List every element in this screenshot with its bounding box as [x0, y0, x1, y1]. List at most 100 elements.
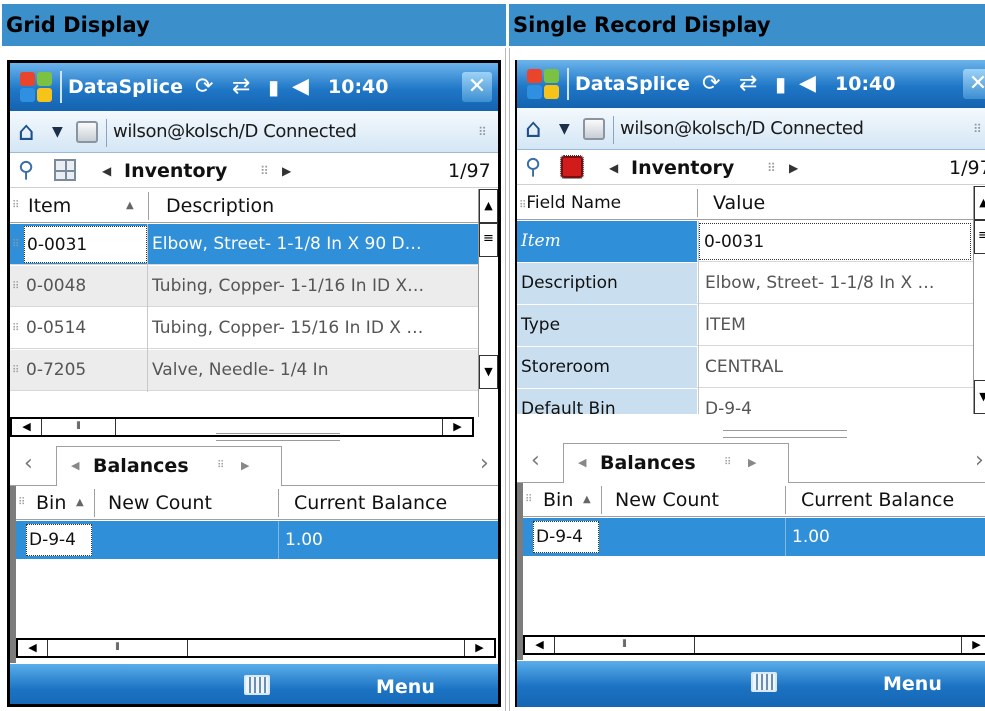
windows-start-icon[interactable] [18, 70, 54, 104]
table-row[interactable]: Storeroom CENTRAL [517, 347, 973, 388]
vertical-scrollbar[interactable]: ▲ ≡ ▼ [973, 186, 985, 414]
table-row[interactable]: Description Elbow, Street- 1-1/8 In X … [517, 263, 973, 304]
table-row[interactable]: D-9-4 1.00 [16, 521, 498, 559]
vertical-scrollbar[interactable]: ▲ ≡ ▼ [478, 189, 498, 417]
windows-start-icon[interactable] [525, 67, 561, 101]
previous-view-arrow[interactable]: ◀ [609, 151, 618, 185]
save-icon[interactable] [583, 118, 605, 140]
signal-icon[interactable]: ▮ [775, 70, 786, 98]
record-view-icon[interactable] [560, 155, 584, 179]
save-icon[interactable] [76, 121, 98, 143]
scrollbar-thumb[interactable]: ⦀ [42, 419, 116, 435]
volume-icon[interactable]: ◀ [292, 73, 309, 101]
column-header-current-balance[interactable]: Current Balance [801, 483, 954, 517]
cell-current-balance[interactable]: 1.00 [785, 518, 830, 556]
scroll-left-button[interactable]: ◀ [18, 640, 48, 656]
scrollbar-thumb[interactable]: ≡ [479, 223, 498, 257]
column-header-bin[interactable]: Bin [36, 486, 66, 520]
cell-item[interactable]: 0-0031 [24, 226, 147, 263]
connectivity-icon[interactable]: ⇄ [232, 73, 250, 101]
column-header-item[interactable]: Item [28, 189, 71, 223]
menu-button[interactable]: Menu [376, 664, 435, 704]
column-header-current-balance[interactable]: Current Balance [294, 486, 447, 520]
scroll-left-button[interactable]: ◀ [525, 637, 555, 653]
scroll-down-button[interactable]: ▼ [479, 355, 498, 389]
scroll-up-button[interactable]: ▲ [479, 189, 498, 223]
cell-bin[interactable]: D-9-4 [26, 524, 92, 556]
tab-scroll-left-icon[interactable]: ‹ [531, 441, 540, 481]
column-header-new-count[interactable]: New Count [108, 486, 212, 520]
sync-icon[interactable]: ⟳ [702, 70, 720, 98]
table-row[interactable]: Default Bin D-9-4 [517, 389, 973, 414]
tab-scroll-right-icon[interactable]: › [975, 441, 984, 481]
field-value-cell[interactable]: CENTRAL [701, 347, 971, 388]
scrollbar-thumb[interactable]: ⦀ [555, 637, 695, 653]
table-row[interactable]: ⠿ 0-0031 Elbow, Street- 1-1/8 In X 90 D… [10, 224, 478, 265]
close-button[interactable]: ✕ [462, 72, 492, 102]
table-row[interactable]: ⠿ 0-7205 Valve, Needle- 1/4 In [10, 350, 478, 391]
scroll-down-button[interactable]: ▼ [974, 380, 985, 414]
keyboard-icon[interactable] [751, 672, 777, 692]
cell-description[interactable]: Tubing, Copper- 15/16 In ID X … [152, 308, 474, 349]
chevron-down-icon[interactable]: ▼ [559, 118, 570, 140]
connectivity-icon[interactable]: ⇄ [739, 70, 757, 98]
search-icon[interactable]: ⚲ [525, 154, 541, 182]
scroll-right-button[interactable]: ▶ [442, 419, 472, 435]
scroll-right-button[interactable]: ▶ [961, 637, 985, 653]
column-header-bin[interactable]: Bin [543, 483, 573, 517]
previous-view-arrow[interactable]: ◀ [102, 154, 111, 188]
grid-view-icon[interactable] [54, 159, 76, 181]
close-button[interactable]: ✕ [963, 69, 985, 99]
field-value-cell[interactable]: ITEM [701, 305, 971, 346]
cell-bin[interactable]: D-9-4 [533, 521, 599, 553]
scroll-right-button[interactable]: ▶ [464, 640, 494, 656]
cell-description[interactable]: Valve, Needle- 1/4 In [152, 350, 474, 391]
home-icon[interactable]: ⌂ [18, 118, 35, 146]
scroll-up-button[interactable]: ▲ [974, 186, 985, 220]
sync-icon[interactable]: ⟳ [195, 73, 213, 101]
next-view-arrow[interactable]: ▶ [789, 151, 798, 185]
cell-description[interactable]: Elbow, Street- 1-1/8 In X 90 D… [152, 224, 474, 265]
tab-scroll-right-icon[interactable]: › [480, 444, 489, 484]
next-view-arrow[interactable]: ▶ [282, 154, 291, 188]
table-row[interactable]: ⠿ 0-0048 Tubing, Copper- 1-1/16 In ID X… [10, 266, 478, 307]
chevron-down-icon[interactable]: ▼ [52, 121, 63, 143]
cell-item[interactable]: 0-0514 [26, 308, 146, 349]
table-row[interactable]: ⠿ 0-0514 Tubing, Copper- 15/16 In ID X … [10, 308, 478, 349]
clock[interactable]: 10:40 [328, 63, 388, 111]
home-icon[interactable]: ⌂ [525, 115, 542, 143]
tab-previous-arrow[interactable]: ◀ [71, 447, 79, 485]
cell-item[interactable]: 0-7205 [26, 350, 146, 391]
tab-scroll-left-icon[interactable]: ‹ [24, 444, 33, 484]
table-row[interactable]: D-9-4 1.00 [523, 518, 985, 556]
menu-button[interactable]: Menu [883, 661, 942, 707]
horizontal-scrollbar[interactable]: ◀ ⦀ ▶ [523, 635, 985, 655]
tab-balances[interactable]: ◀ Balances ⠿ ▶ [563, 443, 789, 483]
cell-current-balance[interactable]: 1.00 [278, 521, 323, 559]
field-value-cell[interactable]: Elbow, Street- 1-1/8 In X … [701, 263, 971, 304]
tab-next-arrow[interactable]: ▶ [748, 444, 756, 482]
pane-splitter[interactable] [216, 433, 340, 441]
field-value-cell[interactable]: 0-0031 [699, 223, 971, 260]
pane-splitter[interactable] [723, 430, 847, 438]
volume-icon[interactable]: ◀ [799, 70, 816, 98]
tab-balances[interactable]: ◀ Balances ⠿ ▶ [56, 446, 282, 486]
column-header-new-count[interactable]: New Count [615, 483, 719, 517]
signal-icon[interactable]: ▮ [268, 73, 279, 101]
scroll-left-button[interactable]: ◀ [12, 419, 42, 435]
horizontal-scrollbar[interactable]: ◀ ⦀ ▶ [16, 638, 496, 658]
scrollbar-thumb[interactable]: ≡ [974, 220, 985, 254]
column-header-field-name[interactable]: ⠿Field Name [519, 186, 621, 223]
column-header-description[interactable]: Description [166, 189, 274, 223]
cell-item[interactable]: 0-0048 [26, 266, 146, 307]
tab-previous-arrow[interactable]: ◀ [578, 444, 586, 482]
scrollbar-thumb[interactable]: ⦀ [48, 640, 188, 656]
tab-next-arrow[interactable]: ▶ [241, 447, 249, 485]
column-header-value[interactable]: Value [713, 186, 765, 220]
table-row[interactable]: Type ITEM [517, 305, 973, 346]
search-icon[interactable]: ⚲ [18, 157, 34, 185]
table-row[interactable]: Item 0-0031 [517, 221, 973, 262]
field-value-cell[interactable]: D-9-4 [701, 389, 971, 414]
keyboard-icon[interactable] [244, 675, 270, 695]
cell-description[interactable]: Tubing, Copper- 1-1/16 In ID X… [152, 266, 474, 307]
